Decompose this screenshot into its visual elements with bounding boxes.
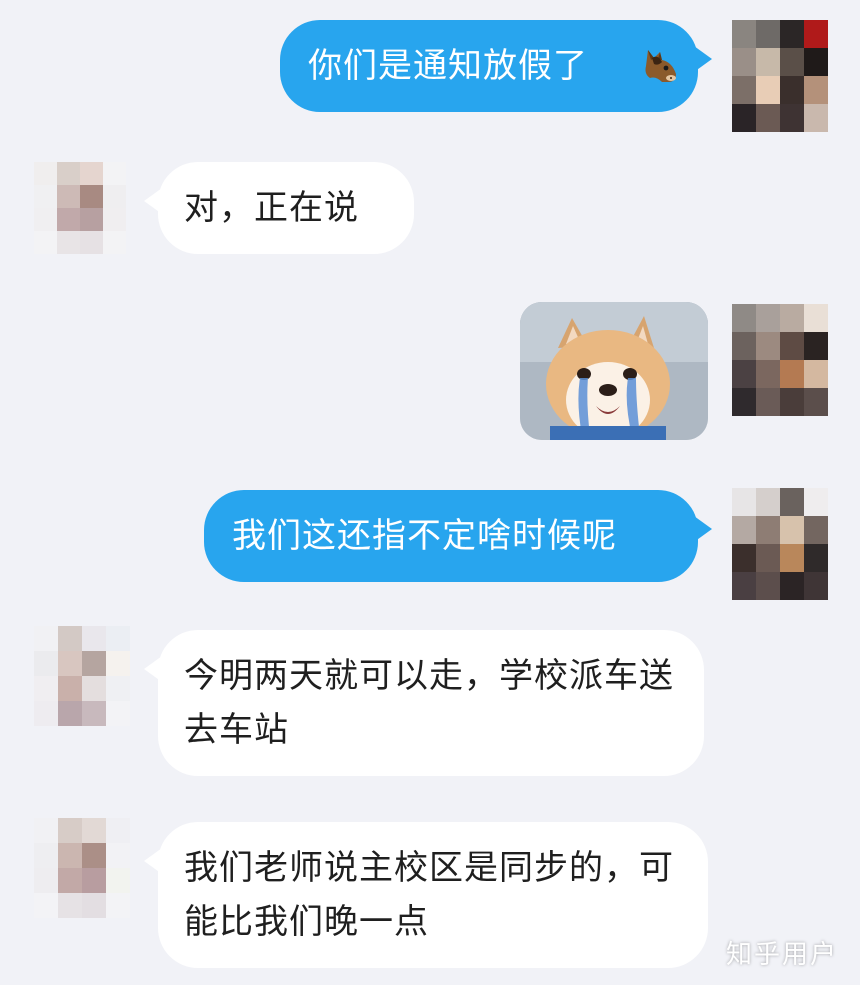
outgoing-message-bubble[interactable]: 你们是通知放假了	[280, 20, 712, 112]
message-text: 你们是通知放假了	[308, 46, 588, 86]
incoming-message-bubble[interactable]: 我们老师说主校区是同步的，可能比我们晚一点	[144, 822, 708, 968]
sticker-image	[520, 302, 708, 440]
message-text: 我们这还指不定啥时候呢	[232, 516, 617, 556]
contact-avatar[interactable]	[34, 818, 130, 918]
incoming-message-bubble[interactable]: 对，正在说	[144, 162, 414, 254]
my-avatar[interactable]	[732, 304, 828, 416]
contact-avatar[interactable]	[34, 626, 130, 726]
message-text: 对，正在说	[184, 188, 359, 228]
incoming-message-bubble[interactable]: 今明两天就可以走，学校派车送去车站	[144, 630, 704, 776]
message-text: 今明两天就可以走，学校派车送去车站	[184, 656, 674, 750]
shiba-crying-sticker[interactable]	[520, 302, 708, 440]
outgoing-message-bubble[interactable]: 我们这还指不定啥时候呢	[204, 490, 712, 582]
horse-face-emoji	[645, 50, 676, 82]
chat-thread: 你们是通知放假了 对，正在说 我们这还指不定啥时候呢 今明两天就可以走，学校派车…	[0, 0, 860, 985]
contact-avatar[interactable]	[34, 162, 126, 254]
my-avatar[interactable]	[732, 488, 828, 600]
zhihu-watermark: 知乎用户	[725, 940, 838, 970]
message-text: 我们老师说主校区是同步的，可能比我们晚一点	[184, 848, 674, 942]
my-avatar[interactable]	[732, 20, 828, 132]
